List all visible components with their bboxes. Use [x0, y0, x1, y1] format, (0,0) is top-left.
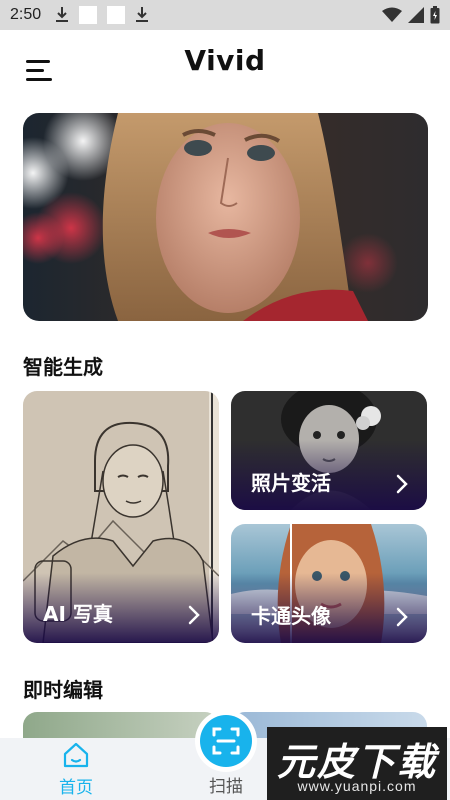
scan-button[interactable]: [200, 715, 252, 767]
app-bar: Vivid: [0, 30, 450, 110]
section-title-instant-edit: 即时编辑: [23, 678, 103, 702]
watermark-url: www.yuanpi.com: [297, 778, 417, 794]
chevron-right-icon: [396, 607, 408, 627]
cartoon-avatar-card[interactable]: 卡通头像: [231, 524, 427, 643]
section-title-smart-generate: 智能生成: [23, 355, 103, 379]
battery-icon: [430, 6, 440, 24]
cartoon-avatar-label: 卡通头像: [251, 604, 331, 628]
hero-banner[interactable]: [23, 113, 428, 321]
square-icon: [107, 6, 126, 24]
chevron-right-icon: [188, 605, 200, 625]
signal-icon: [408, 7, 424, 23]
status-bar: 2:50: [0, 0, 450, 30]
ai-portrait-card[interactable]: AI 写真: [23, 391, 219, 643]
scan-icon: [212, 727, 240, 755]
nav-scan-label[interactable]: 扫描: [198, 772, 254, 797]
hero-portrait-image: [23, 113, 428, 321]
ai-portrait-label: AI 写真: [43, 602, 113, 626]
nav-home-label: 首页: [59, 778, 93, 798]
status-notification-icons: [55, 6, 149, 24]
photo-transform-label: 照片变活: [251, 471, 331, 495]
app-title: Vivid: [184, 44, 266, 77]
download-icon: [56, 7, 69, 22]
nav-home[interactable]: 首页: [48, 740, 104, 798]
chevron-right-icon: [396, 474, 408, 494]
status-time: 2:50: [10, 6, 42, 23]
wifi-icon: [382, 7, 402, 22]
home-icon: [63, 742, 89, 768]
photo-transform-card[interactable]: 照片变活: [231, 391, 427, 510]
status-system-icons: [382, 6, 440, 24]
square-icon: [79, 6, 98, 24]
watermark-logo: 元皮下载 www.yuanpi.com: [267, 727, 447, 800]
download-icon: [136, 7, 149, 22]
